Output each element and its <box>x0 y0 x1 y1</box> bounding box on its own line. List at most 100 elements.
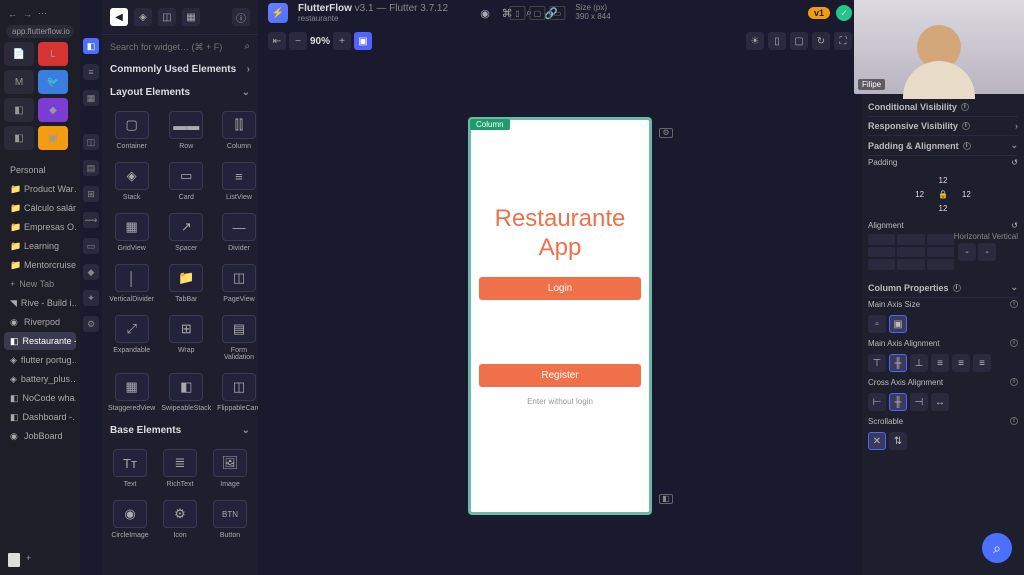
login-button[interactable]: Login <box>479 277 641 300</box>
canvas[interactable]: ⚙ ◧ Column Restaurante App Login Registe… <box>258 56 862 575</box>
browser-url[interactable]: app.flutterflow.io <box>6 25 74 38</box>
widget-container[interactable]: ▢Container <box>106 106 157 155</box>
rail-datatypes-icon[interactable]: ▤ <box>83 160 99 176</box>
forward-arrow-icon[interactable]: → <box>23 9 32 19</box>
widget-form-validation[interactable]: ▤Form Validation <box>215 310 258 366</box>
widget-icon[interactable]: ⚙Icon <box>156 495 204 544</box>
doc-icon[interactable] <box>8 553 20 567</box>
widget-column[interactable]: ⫿⫿Column <box>215 106 258 155</box>
axis-min-icon[interactable]: ▫ <box>868 315 886 333</box>
widget-swipeable[interactable]: ◧SwipeableStack <box>159 368 213 417</box>
widget-image[interactable]: 🖼Image <box>206 444 254 493</box>
section-layout-elements[interactable]: Layout Elements⌄ <box>102 81 258 104</box>
fit-screen-icon[interactable]: ▣ <box>354 32 372 50</box>
flutterflow-logo[interactable]: ⚡ <box>268 3 288 23</box>
app-tile-5[interactable]: ◧ <box>4 98 34 122</box>
rail-build-icon[interactable]: ◧ <box>83 38 99 54</box>
version-badge[interactable]: v1 <box>808 7 830 19</box>
tab-calculo[interactable]: 📁Cálculo salári… <box>4 199 76 217</box>
widget-staggered[interactable]: ▦StaggeredView <box>106 368 157 417</box>
new-tab-button[interactable]: + New Tab <box>4 275 76 293</box>
preview-phone-icon[interactable]: ▯ <box>768 32 786 50</box>
cross-center-icon[interactable]: ╫ <box>889 393 907 411</box>
phone-settings-icon[interactable]: ⚙ <box>659 128 673 138</box>
theme-icon[interactable]: ☀ <box>746 32 764 50</box>
rail-storyboard-icon[interactable]: ▦ <box>83 90 99 106</box>
app-tile-7[interactable]: ◧ <box>4 126 34 150</box>
tab-nocode[interactable]: ◧NoCode wha… <box>4 389 76 407</box>
widget-circleimage[interactable]: ◉CircleImage <box>106 495 154 544</box>
rail-api-icon[interactable]: ⟿ <box>83 212 99 228</box>
lock-icon[interactable]: 🔒 <box>931 187 954 201</box>
padding-editor[interactable]: 12 12🔒12 12 <box>908 173 978 215</box>
device-tablet-icon[interactable]: ▢ <box>529 6 545 20</box>
align-between-icon[interactable]: ≡ <box>931 354 949 372</box>
zoom-level[interactable]: 90% <box>310 36 330 47</box>
widget-flippable[interactable]: ◫FlippableCard <box>215 368 258 417</box>
app-heading[interactable]: Restaurante App <box>479 205 641 263</box>
section-commonly-used[interactable]: Commonly Used Elements› <box>102 58 258 81</box>
prop-responsive-visibility[interactable]: Responsive Visibilityi › <box>868 117 1018 136</box>
panel-diamond-icon[interactable]: ◈ <box>134 8 152 26</box>
panel-back-icon[interactable]: ◀ <box>110 8 128 26</box>
widget-button[interactable]: BTNButton <box>206 495 254 544</box>
widget-richtext[interactable]: ≣RichText <box>156 444 204 493</box>
fullscreen-icon[interactable]: ⛶ <box>834 32 852 50</box>
app-tile-2[interactable]: L <box>38 42 68 66</box>
add-icon[interactable]: + <box>26 553 31 567</box>
tab-rive[interactable]: ◥Rive - Build i… <box>4 294 76 312</box>
tab-dashboard[interactable]: ◧Dashboard -… <box>4 408 76 426</box>
help-button[interactable]: ⌕ <box>982 533 1012 563</box>
scroll-off-icon[interactable]: ✕ <box>868 432 886 450</box>
widget-text[interactable]: TᴛText <box>106 444 154 493</box>
widget-row[interactable]: ▬▬Row <box>159 106 213 155</box>
tab-flutter-pt[interactable]: ◈flutter portug… <box>4 351 76 369</box>
app-tile-8[interactable]: ▣ <box>38 126 68 150</box>
section-base-elements[interactable]: Base Elements⌄ <box>102 419 258 442</box>
rail-theme-icon[interactable]: ✦ <box>83 290 99 306</box>
rail-firestore-icon[interactable]: ◫ <box>83 134 99 150</box>
reset-icon[interactable]: ↺ <box>1011 221 1018 230</box>
widget-card[interactable]: ▭Card <box>159 157 213 206</box>
widget-listview[interactable]: ≡ListView <box>215 157 258 206</box>
scroll-on-icon[interactable]: ⇅ <box>889 432 907 450</box>
align-center-icon[interactable]: ╫ <box>889 354 907 372</box>
autosave-icon[interactable]: ◉ <box>478 6 492 20</box>
cross-start-icon[interactable]: ⊢ <box>868 393 886 411</box>
axis-max-icon[interactable]: ▣ <box>889 315 907 333</box>
cross-stretch-icon[interactable]: ↔ <box>931 393 949 411</box>
widget-pageview[interactable]: ◫PageView <box>215 259 258 308</box>
widget-spacer[interactable]: ↗Spacer <box>159 208 213 257</box>
widget-divider[interactable]: —Divider <box>215 208 258 257</box>
align-evenly-icon[interactable]: ≡ <box>973 354 991 372</box>
tab-riverpod[interactable]: ◉Riverpod <box>4 313 76 331</box>
panel-template-icon[interactable]: ◫ <box>158 8 176 26</box>
vert-value[interactable]: - <box>978 243 996 261</box>
rail-settings-icon[interactable]: ⚙ <box>83 316 99 332</box>
app-tile-1[interactable]: 📄 <box>4 42 34 66</box>
align-start-icon[interactable]: ⊤ <box>868 354 886 372</box>
prop-padding-alignment[interactable]: Padding & Alignmenti ⌄ <box>868 136 1018 156</box>
tab-mentor[interactable]: 📁Mentorcruise <box>4 256 76 274</box>
app-tile-4[interactable]: 🐦 <box>38 70 68 94</box>
reset-icon[interactable]: ↺ <box>1011 158 1018 167</box>
alignment-grid[interactable] <box>868 234 954 270</box>
phone-rotate-icon[interactable]: ◧ <box>659 494 673 504</box>
app-tile-3[interactable]: M <box>4 70 34 94</box>
section-personal[interactable]: Personal <box>4 161 76 179</box>
left-align-icon[interactable]: ⇤ <box>268 32 286 50</box>
rail-media-icon[interactable]: ▭ <box>83 238 99 254</box>
app-tile-6[interactable]: ◆ <box>38 98 68 122</box>
widget-stack[interactable]: ◈Stack <box>106 157 157 206</box>
tab-battery[interactable]: ◈battery_plus… <box>4 370 76 388</box>
tab-empresas[interactable]: 📁Empresas O… <box>4 218 76 236</box>
prop-column-properties[interactable]: Column Propertiesi ⌄ <box>868 278 1018 298</box>
widget-gridview[interactable]: ▦GridView <box>106 208 157 257</box>
zoom-out-icon[interactable]: − <box>289 32 307 50</box>
register-button[interactable]: Register <box>479 364 641 387</box>
enter-without-login-link[interactable]: Enter without login <box>527 397 593 406</box>
tab-jobboard[interactable]: ◉JobBoard <box>4 427 76 445</box>
align-around-icon[interactable]: ≡ <box>952 354 970 372</box>
rail-appstate-icon[interactable]: ⊞ <box>83 186 99 202</box>
widget-tabbar[interactable]: 📁TabBar <box>159 259 213 308</box>
